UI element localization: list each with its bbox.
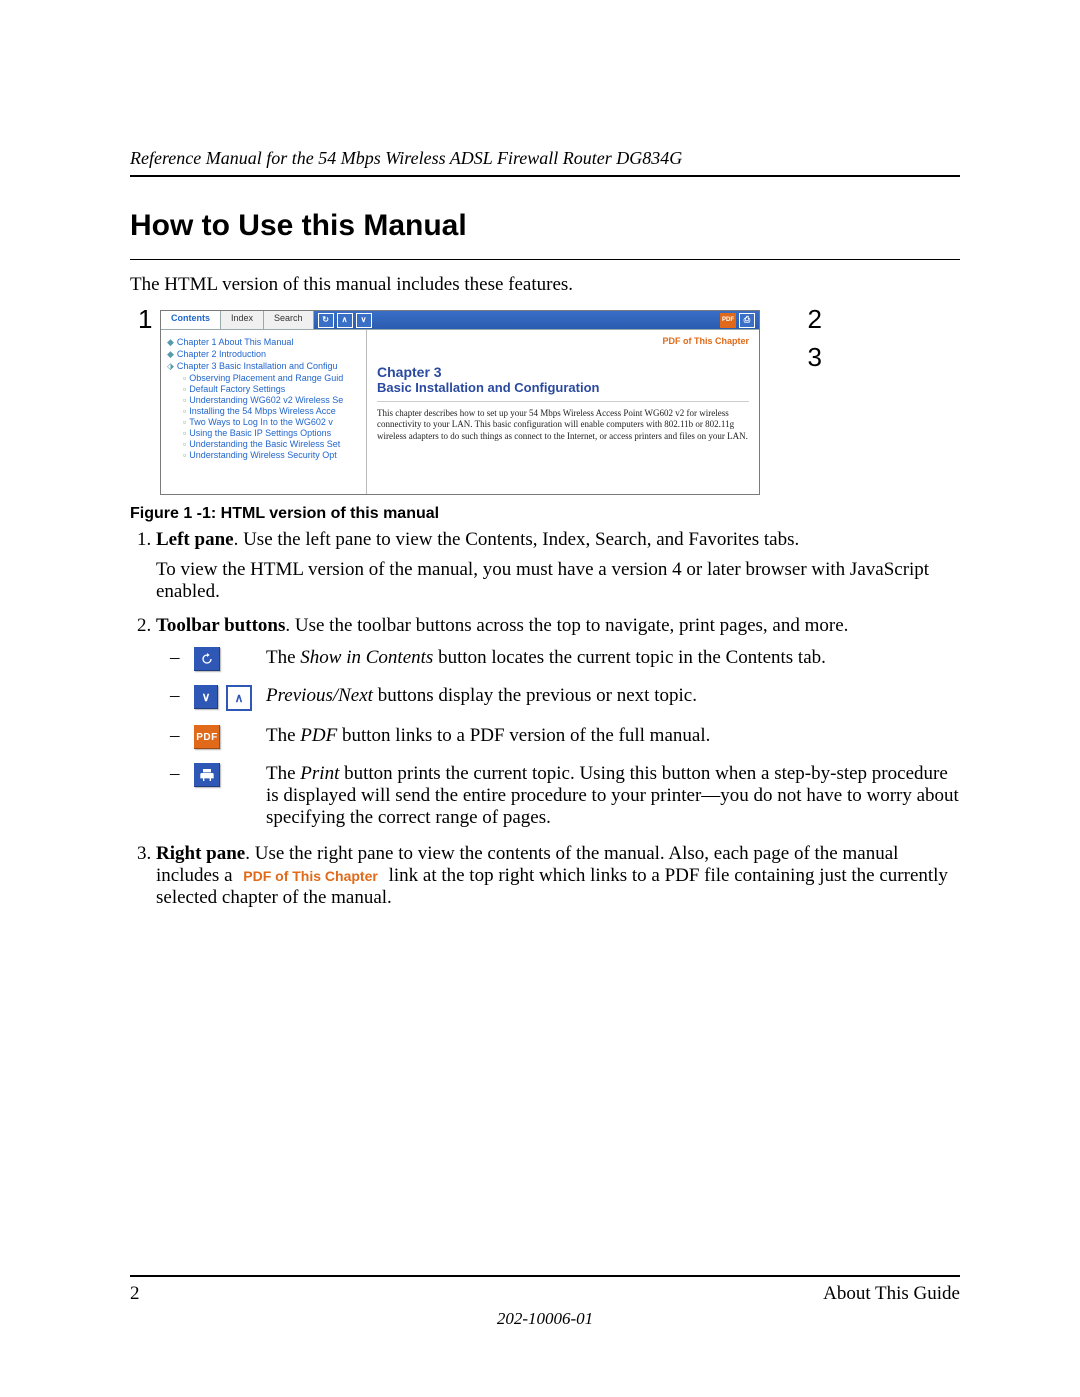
toc-sub-c[interactable]: ▫Understanding WG602 v2 Wireless Se [183,395,362,405]
toc-sub-f[interactable]: ▫Using the Basic IP Settings Options [183,428,362,438]
sub-print: – The Print button prints the current to… [170,763,960,829]
open-book-icon: ⬗ [167,361,174,371]
toc-chapter-1[interactable]: ◆Chapter 1 About This Manual [167,337,362,348]
show-in-contents-icon[interactable]: ↻ [318,313,334,328]
page-number: 2 [130,1283,140,1305]
page-icon: ▫ [183,395,186,405]
numbered-list: Left pane. Use the left pane to view the… [130,529,960,909]
page-icon: ▫ [183,406,186,416]
left-pane-note: To view the HTML version of the manual, … [156,559,960,603]
chapter-body: This chapter describes how to set up you… [377,408,749,442]
pdf-of-chapter-link[interactable]: PDF of This Chapter [377,336,749,346]
document-number: 202-10006-01 [130,1309,960,1329]
toc-sub-g[interactable]: ▫Understanding the Basic Wireless Set [183,439,362,449]
intro-paragraph: The HTML version of this manual includes… [130,274,960,296]
toc-sub-a[interactable]: ▫Observing Placement and Range Guid [183,373,362,383]
page-icon: ▫ [183,450,186,460]
print-icon[interactable]: ⎙ [739,313,755,328]
show-in-contents-icon [194,647,220,671]
tab-search[interactable]: Search [264,311,314,329]
footer-rule [130,1275,960,1277]
page-icon: ▫ [183,384,186,394]
running-header: Reference Manual for the 54 Mbps Wireles… [130,148,960,169]
tab-index[interactable]: Index [221,311,264,329]
toc-sub-b[interactable]: ▫Default Factory Settings [183,384,362,394]
figure-caption: Figure 1 -1: HTML version of this manual [130,505,960,523]
pdf-icon[interactable]: PDF [720,313,736,328]
page-icon: ▫ [183,439,186,449]
header-rule [130,175,960,177]
chapter-rule [377,401,749,402]
callout-2: 2 [808,304,822,335]
footer-section: About This Guide [823,1283,960,1305]
next-topic-icon: ∨ [194,685,218,709]
toc-chapter-3[interactable]: ⬗Chapter 3 Basic Installation and Config… [167,361,362,372]
help-left-pane: ◆Chapter 1 About This Manual ◆Chapter 2 … [161,330,367,494]
help-right-pane: PDF of This Chapter Chapter 3 Basic Inst… [367,330,759,494]
callout-3: 3 [808,342,822,373]
chapter-title: Basic Installation and Configuration [377,380,749,395]
help-tab-bar: Contents Index Search ↻ ∧ ∨ PDF ⎙ [161,311,759,330]
toc-chapter-2[interactable]: ◆Chapter 2 Introduction [167,349,362,360]
page-footer: 2 About This Guide 202-10006-01 [130,1266,960,1330]
page-icon: ▫ [183,428,186,438]
toc-sub-d[interactable]: ▫Installing the 54 Mbps Wireless Acce [183,406,362,416]
figure-screenshot: 1 2 3 Contents Index Search ↻ ∧ ∨ PDF [160,310,800,495]
callout-1: 1 [138,304,152,335]
title-rule [130,259,960,260]
prev-topic-icon: ∧ [226,685,252,711]
page-title: How to Use this Manual [130,209,960,243]
toc-sub-e[interactable]: ▫Two Ways to Log In to the WG602 v [183,417,362,427]
sub-show-in-contents: – The Show in Contents button locates th… [170,647,960,671]
next-icon[interactable]: ∨ [356,313,372,328]
book-icon: ◆ [167,349,174,359]
tab-contents[interactable]: Contents [161,311,221,329]
page-icon: ▫ [183,417,186,427]
list-item-left-pane: Left pane. Use the left pane to view the… [156,529,960,603]
sub-pdf: – PDF The PDF button links to a PDF vers… [170,725,960,749]
print-icon [194,763,220,787]
pdf-icon: PDF [194,725,220,749]
prev-icon[interactable]: ∧ [337,313,353,328]
page-icon: ▫ [183,373,186,383]
pdf-of-chapter-inline-link[interactable]: PDF of This Chapter [237,868,384,884]
sub-prev-next: – ∨ ∧ Previous/Next buttons display the … [170,685,960,711]
chapter-number: Chapter 3 [377,364,749,380]
book-icon: ◆ [167,337,174,347]
toc-sub-h[interactable]: ▫Understanding Wireless Security Opt [183,450,362,460]
help-viewer-screenshot: Contents Index Search ↻ ∧ ∨ PDF ⎙ ◆Chapt [160,310,760,495]
toolbar-sublist: – The Show in Contents button locates th… [156,647,960,829]
help-toolbar: ↻ ∧ ∨ PDF ⎙ [314,311,759,329]
list-item-right-pane: Right pane. Use the right pane to view t… [156,843,960,909]
list-item-toolbar: Toolbar buttons. Use the toolbar buttons… [156,615,960,829]
